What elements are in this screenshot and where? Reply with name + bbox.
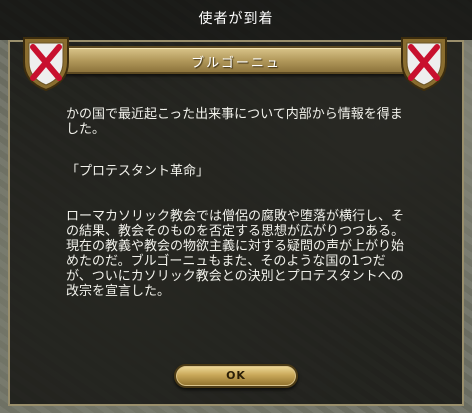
red-saltire-shield-icon (401, 37, 447, 92)
country-banner: ブルゴーニュ (36, 46, 436, 74)
event-description-text: ローマカソリック教会では僧侶の腐敗や堕落が横行し、その結果、教会そのものを否定す… (66, 209, 405, 299)
country-name: ブルゴーニュ (191, 56, 281, 71)
ok-button[interactable]: OK (174, 364, 298, 388)
event-intro-text: かの国で最近起こった出来事について内部から情報を得ました。 (66, 107, 403, 137)
dialog-title: 使者が到着 (198, 11, 274, 27)
red-saltire-shield-icon (23, 37, 69, 92)
ok-button-label: OK (226, 369, 246, 382)
event-dialog: 使者が到着 ブルゴーニュ かの国で最近起こった出来事について内部から情報を得まし… (0, 0, 472, 413)
ok-button-wrapper: OK (174, 364, 298, 388)
event-name-text: 「プロテスタント革命」 (66, 164, 210, 179)
